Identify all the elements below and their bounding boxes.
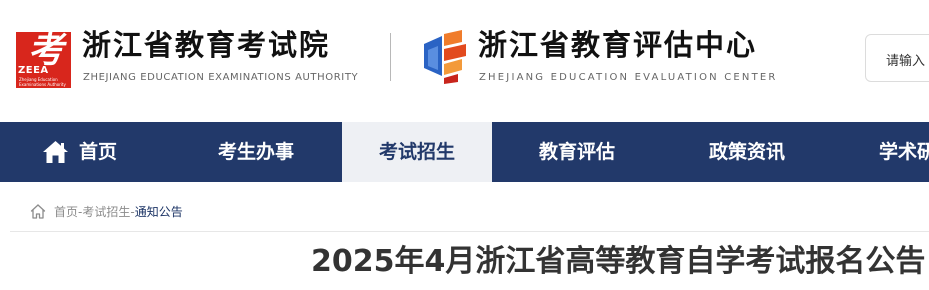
org2-name[interactable]: 浙江省教育评估中心	[478, 27, 757, 63]
nav-item-candidate-services[interactable]: 考生办事	[170, 122, 342, 182]
zeea-logo-abbr: ZEEA	[18, 65, 49, 76]
zeea-logo[interactable]: 考 ZEEA Zhejiang Education Examinations A…	[16, 32, 71, 88]
search-input[interactable]: 请输入	[865, 34, 929, 82]
site-header: 考 ZEEA Zhejiang Education Examinations A…	[0, 0, 929, 122]
search-placeholder: 请输入	[886, 54, 926, 69]
breadcrumb-exams-link[interactable]: 考试招生	[82, 205, 130, 219]
nav-item-education-evaluation[interactable]: 教育评估	[492, 122, 662, 182]
zeea-logo-subtitle: Zhejiang Education Examinations Authorit…	[19, 77, 66, 87]
header-divider	[390, 33, 391, 81]
nav-item-policy-news[interactable]: 政策资讯	[662, 122, 832, 182]
org1-name[interactable]: 浙江省教育考试院	[82, 27, 330, 63]
org2-name-en: ZHEJIANG EDUCATION EVALUATION CENTER	[479, 72, 778, 83]
zeec-logo[interactable]	[422, 30, 468, 84]
nav-item-home[interactable]: 首页	[0, 122, 170, 182]
zeea-logo-subtitle-line2: Examinations Authority	[19, 82, 66, 87]
article-title: 2025年4月浙江省高等教育自学考试报名公告	[311, 244, 926, 279]
nav-item-label: 首页	[79, 141, 118, 163]
nav-item-exams-admissions[interactable]: 考试招生	[342, 122, 492, 182]
nav-item-academic[interactable]: 学术研	[832, 122, 929, 182]
org1-name-en: ZHEJIANG EDUCATION EXAMINATIONS AUTHORIT…	[83, 72, 359, 83]
home-outline-icon	[30, 204, 46, 219]
main-nav: 首页 考生办事 考试招生 教育评估 政策资讯 学术研	[0, 122, 929, 182]
content-divider	[10, 231, 929, 232]
breadcrumb-current[interactable]: 通知公告	[135, 205, 183, 219]
breadcrumb-home-link[interactable]: 首页	[54, 205, 78, 219]
home-icon	[43, 141, 68, 163]
